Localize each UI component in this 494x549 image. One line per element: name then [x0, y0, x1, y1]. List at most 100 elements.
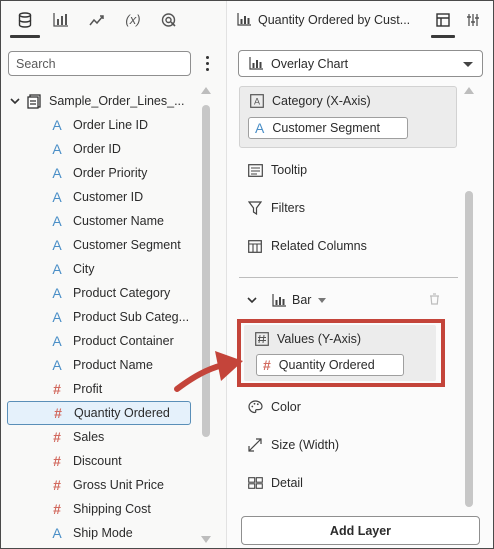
grammar-panel: Quantity Ordered by Cust... Overlay Char… [228, 1, 493, 548]
chevron-down-icon[interactable] [246, 296, 258, 304]
field-label: Order Priority [73, 166, 148, 180]
field-item[interactable]: # Quantity Ordered [7, 401, 191, 425]
field-item[interactable]: A Product Category [7, 281, 191, 305]
field-item[interactable]: A Order Priority [7, 161, 191, 185]
category-header: A Category (X-Axis) [250, 94, 371, 108]
field-label: Order Line ID [73, 118, 149, 132]
related-columns-section[interactable]: Related Columns [246, 235, 367, 257]
field-label: Quantity Ordered [74, 406, 170, 420]
detail-icon [247, 477, 263, 489]
field-item[interactable]: A Product Name [7, 353, 191, 377]
field-label: Discount [73, 454, 122, 468]
grammar-panel-scrollbar[interactable] [464, 87, 474, 507]
category-heading: Category (X-Axis) [272, 94, 371, 108]
field-item[interactable]: A Product Sub Categ... [7, 305, 191, 329]
add-layer-button[interactable]: Add Layer [241, 516, 480, 545]
chart-type-value: Overlay Chart [271, 56, 349, 71]
visualization-title: Quantity Ordered by Cust... [258, 12, 411, 27]
resize-icon [248, 438, 262, 452]
field-item[interactable]: A Customer Segment [7, 233, 191, 257]
field-list-scrollbar[interactable] [201, 87, 211, 543]
caret-down-icon[interactable] [318, 297, 327, 303]
scroll-down-arrow[interactable] [201, 536, 211, 543]
attribute-type-icon: A [52, 261, 62, 277]
field-item[interactable]: A Ship Mode [7, 521, 191, 545]
field-label: Product Sub Categ... [73, 310, 190, 324]
trash-icon[interactable] [429, 293, 440, 305]
category-pill[interactable]: A Customer Segment [248, 117, 408, 139]
detail-section[interactable]: Detail [246, 472, 303, 494]
dataset-icon [27, 93, 41, 109]
field-label: Profit [73, 382, 103, 396]
scroll-up-arrow[interactable] [464, 87, 474, 94]
attribute-type-icon: A [52, 165, 62, 181]
tab-visualizations[interactable] [43, 1, 79, 38]
app-frame: (x) Sample_Order_Lines_... A Order Line I… [0, 0, 494, 549]
field-item[interactable]: A Product Container [7, 329, 191, 353]
field-item[interactable]: # Shipping Cost [7, 497, 191, 521]
layer-name: Bar [292, 293, 312, 307]
chart-type-select[interactable]: Overlay Chart [238, 50, 483, 77]
measure-type-icon: # [53, 501, 61, 517]
tab-grammar[interactable] [428, 1, 458, 38]
category-drop-target[interactable]: A Category (X-Axis) A Customer Segment [239, 86, 457, 148]
chevron-down-icon[interactable] [9, 97, 21, 105]
size-section[interactable]: Size (Width) [246, 434, 339, 456]
attribute-type-icon: A [52, 117, 62, 133]
more-options-icon[interactable] [197, 51, 217, 76]
dataset-node[interactable]: Sample_Order_Lines_... [9, 91, 199, 111]
attribute-type-icon: A [52, 189, 62, 205]
color-section[interactable]: Color [246, 396, 301, 418]
field-label: Shipping Cost [73, 502, 151, 516]
tooltip-icon [247, 163, 263, 177]
field-item[interactable]: A Order Line ID [7, 113, 191, 137]
insights-icon [161, 12, 176, 27]
tab-expressions[interactable]: (x) [115, 1, 151, 38]
layer-header[interactable]: Bar [246, 290, 327, 310]
field-item[interactable]: A Order ID [7, 137, 191, 161]
field-label: Order ID [73, 142, 121, 156]
field-label: Customer ID [73, 190, 144, 204]
left-panel-tabs: (x) [1, 1, 227, 38]
overlay-chart-icon [249, 57, 263, 70]
field-item[interactable]: # Profit [7, 377, 191, 401]
category-pill-label: Customer Segment [272, 121, 381, 135]
tooltip-label: Tooltip [271, 163, 308, 177]
field-label: Product Category [73, 286, 171, 300]
analytics-icon [89, 14, 104, 25]
field-item[interactable]: # Sales [7, 425, 191, 449]
expression-icon: (x) [125, 12, 141, 27]
field-item[interactable]: A Customer Name [7, 209, 191, 233]
visualizations-icon [53, 13, 68, 27]
attribute-box-icon: A [250, 94, 264, 108]
search-input[interactable] [8, 51, 191, 76]
measure-type-icon: # [53, 453, 61, 469]
field-item[interactable]: A City [7, 257, 191, 281]
filters-section[interactable]: Filters [246, 197, 305, 219]
attribute-type-icon: A [52, 237, 62, 253]
field-label: Customer Segment [73, 238, 181, 252]
measure-type-icon: # [53, 429, 61, 445]
field-item[interactable]: # Discount [7, 449, 191, 473]
svg-text:A: A [254, 97, 260, 107]
tab-analytics[interactable] [79, 1, 115, 38]
bar-chart-icon [272, 293, 286, 307]
measure-type-icon: # [53, 477, 61, 493]
tooltip-section[interactable]: Tooltip [246, 159, 307, 181]
measure-type-icon: # [53, 381, 61, 397]
scrollbar-thumb[interactable] [465, 191, 473, 507]
chevron-down-icon [463, 62, 473, 67]
dataset-name: Sample_Order_Lines_... [49, 94, 185, 108]
tab-data[interactable] [7, 1, 43, 38]
detail-label: Detail [271, 476, 303, 490]
field-label: Ship Mode [73, 526, 133, 540]
color-label: Color [271, 400, 301, 414]
field-label: Gross Unit Price [73, 478, 164, 492]
tab-insights[interactable] [151, 1, 187, 38]
section-divider [239, 277, 458, 278]
scroll-up-arrow[interactable] [201, 87, 211, 94]
field-item[interactable]: # Gross Unit Price [7, 473, 191, 497]
tab-properties[interactable] [458, 1, 488, 38]
field-item[interactable]: A Customer ID [7, 185, 191, 209]
filter-icon [248, 201, 262, 215]
